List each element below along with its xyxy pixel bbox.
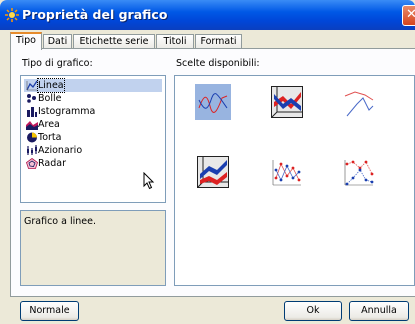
- bar-chart-icon: [27, 107, 37, 117]
- list-item-istogramma[interactable]: Istogramma: [24, 105, 162, 118]
- list-item-torta[interactable]: Torta: [24, 131, 162, 144]
- list-item-area[interactable]: Area: [24, 118, 162, 131]
- option-line-markers-alt[interactable]: [341, 154, 377, 190]
- mouse-cursor-icon: [143, 172, 155, 190]
- bubble-chart-icon: [27, 94, 36, 103]
- tab-formati[interactable]: Formati: [195, 34, 242, 48]
- list-item-label: Area: [38, 119, 60, 130]
- line-basic-icon: [198, 93, 228, 113]
- list-item-bolle[interactable]: Bolle: [24, 92, 162, 105]
- stock-chart-icon: [27, 145, 37, 155]
- available-options-panel: [174, 75, 415, 286]
- line-3d-ribbon-icon: [271, 86, 303, 118]
- chart-type-label: Tipo di grafico:: [22, 58, 93, 69]
- chart-description: Grafico a linee.: [24, 216, 96, 227]
- close-icon: ✕: [406, 7, 415, 22]
- ok-button[interactable]: Ok: [284, 301, 342, 321]
- close-button[interactable]: ✕: [402, 5, 415, 26]
- list-item-label: Azionario: [38, 145, 83, 156]
- list-item-label: Linea: [37, 78, 65, 93]
- list-item-azionario[interactable]: Azionario: [24, 144, 162, 157]
- cancel-button[interactable]: Annulla: [349, 301, 409, 321]
- area-chart-icon: [26, 121, 38, 130]
- title-bar[interactable]: Proprietà del grafico ✕: [0, 0, 415, 30]
- tab-tipo[interactable]: Tipo: [10, 32, 42, 50]
- description-box: Grafico a linee.: [20, 210, 166, 286]
- line-chart-icon: [26, 80, 38, 91]
- option-line-3d-ribbon[interactable]: [269, 84, 305, 120]
- app-icon: [5, 8, 19, 22]
- line-markers-icon: [272, 160, 301, 186]
- option-line-markers[interactable]: [269, 154, 305, 190]
- list-item-radar[interactable]: Radar: [24, 157, 162, 170]
- list-item-label: Radar: [38, 158, 66, 169]
- list-item-label: Bolle: [38, 93, 62, 104]
- radar-chart-icon: [26, 158, 38, 169]
- line-thin-icon: [344, 91, 374, 117]
- list-item-label: Torta: [38, 132, 62, 143]
- list-item-label: Istogramma: [38, 106, 96, 117]
- tab-dati[interactable]: Dati: [43, 34, 72, 48]
- window-title: Proprietà del grafico: [22, 7, 168, 22]
- pie-chart-icon: [27, 132, 37, 143]
- options-label: Scelte disponibili:: [176, 58, 260, 69]
- option-line-3d-stacked[interactable]: [195, 154, 231, 190]
- line-3d-stacked-icon: [197, 156, 229, 188]
- tab-titoli[interactable]: Titoli: [156, 34, 194, 48]
- line-markers-alt-icon: [344, 160, 374, 186]
- option-line-basic[interactable]: [195, 84, 231, 120]
- tab-etichette-serie[interactable]: Etichette serie: [73, 34, 155, 48]
- option-line-thin[interactable]: [341, 84, 377, 120]
- chart-properties-dialog: Proprietà del grafico ✕ Tipo Dati Etiche…: [0, 0, 415, 324]
- normal-button[interactable]: Normale: [20, 301, 79, 321]
- list-item-linea[interactable]: Linea: [24, 78, 162, 93]
